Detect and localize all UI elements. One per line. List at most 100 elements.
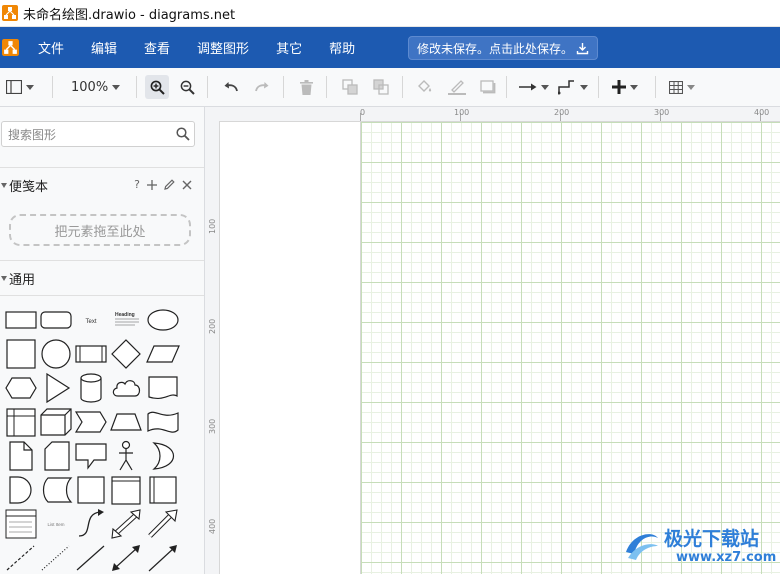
- title-bar: 未命名绘图.drawio - diagrams.net: [0, 0, 780, 27]
- unsaved-changes-button[interactable]: 修改未保存。点击此处保存。: [408, 36, 598, 60]
- insert-dropdown[interactable]: [612, 77, 638, 97]
- directional-connector-shape[interactable]: [146, 542, 180, 574]
- list-item-shape[interactable]: List Item: [39, 508, 73, 540]
- data-storage-shape[interactable]: [39, 474, 73, 506]
- format-panel-toggle[interactable]: [6, 77, 34, 97]
- ruler-label: 300: [208, 418, 217, 434]
- arrow-shape[interactable]: [146, 508, 180, 540]
- cloud-shape[interactable]: [109, 372, 143, 404]
- hexagon-shape[interactable]: [4, 372, 38, 404]
- step-shape[interactable]: [74, 406, 108, 438]
- orthogonal-connector-icon: [558, 80, 574, 95]
- zoom-dropdown[interactable]: 100%: [71, 77, 121, 97]
- chevron-down-icon: [541, 84, 549, 90]
- drawio-app-icon: [2, 5, 18, 21]
- watermark-url: www.xz7.com: [676, 550, 777, 565]
- menu-bar: 文件 编辑 查看 调整图形 其它 帮助 修改未保存。点击此处保存。: [0, 27, 780, 68]
- or-shape[interactable]: [146, 440, 180, 472]
- ellipse-shape[interactable]: [146, 304, 180, 336]
- dashed-line-shape[interactable]: [4, 542, 38, 574]
- line-color-button[interactable]: [448, 77, 466, 97]
- process-shape[interactable]: [74, 338, 108, 370]
- delete-button[interactable]: [300, 77, 313, 97]
- bidirectional-connector-shape[interactable]: [109, 542, 143, 574]
- ruler-label: 400: [208, 518, 217, 534]
- menu-arrange[interactable]: 调整图形: [197, 38, 249, 57]
- swimlane-shape[interactable]: [109, 474, 143, 506]
- close-icon[interactable]: [182, 180, 192, 190]
- list-shape[interactable]: [4, 508, 38, 540]
- document-shape[interactable]: [146, 372, 180, 404]
- delay-shape[interactable]: [4, 474, 38, 506]
- shape-search-field[interactable]: 搜索图形: [1, 121, 195, 147]
- table-dropdown[interactable]: [669, 77, 695, 97]
- horizontal-ruler: 0 100 200 300 400: [205, 107, 780, 122]
- text-shape[interactable]: Text: [74, 304, 108, 336]
- line-shape[interactable]: [74, 542, 108, 574]
- trapezoid-shape[interactable]: [109, 406, 143, 438]
- help-icon[interactable]: ?: [134, 178, 140, 191]
- dotted-line-shape[interactable]: [39, 542, 73, 574]
- internal-storage-shape[interactable]: [4, 406, 38, 438]
- diamond-shape[interactable]: [109, 338, 143, 370]
- card-shape[interactable]: [39, 440, 73, 472]
- fill-color-button[interactable]: [417, 77, 433, 97]
- ruler-label: 0: [360, 108, 366, 117]
- zoom-in-button[interactable]: [145, 75, 169, 99]
- ruler-ticks: [360, 113, 761, 121]
- scratchpad-header[interactable]: 便笺本 ?: [0, 167, 204, 202]
- watermark-title: 极光下载站: [664, 528, 760, 550]
- menu-extras[interactable]: 其它: [276, 38, 302, 57]
- panel-layout-icon: [6, 80, 22, 94]
- drop-zone-hint: 把元素拖至此处: [54, 224, 146, 240]
- menu-edit[interactable]: 编辑: [91, 38, 117, 57]
- unsaved-changes-label: 修改未保存。点击此处保存。: [417, 41, 574, 56]
- menu-file[interactable]: 文件: [38, 38, 64, 57]
- menu-view[interactable]: 查看: [144, 38, 170, 57]
- curve-shape[interactable]: [74, 508, 108, 540]
- zoom-out-button[interactable]: [180, 77, 195, 97]
- toolbar-divider: [326, 76, 327, 98]
- connection-style-dropdown[interactable]: [519, 77, 549, 97]
- toolbar: 100%: [0, 68, 780, 107]
- rectangle-shape[interactable]: [4, 304, 38, 336]
- textbox-shape[interactable]: Heading: [109, 304, 143, 336]
- chevron-down-icon: [112, 84, 121, 90]
- note-shape[interactable]: [4, 440, 38, 472]
- container-shape[interactable]: [146, 474, 180, 506]
- waypoints-dropdown[interactable]: [558, 77, 588, 97]
- redo-button[interactable]: [254, 77, 270, 97]
- drawio-logo-icon[interactable]: [2, 39, 19, 56]
- edit-pencil-icon[interactable]: [164, 179, 175, 190]
- bidirectional-arrow-shape[interactable]: [109, 508, 143, 540]
- scratchpad-drop-zone[interactable]: 把元素拖至此处: [9, 214, 191, 246]
- actor-shape[interactable]: [109, 440, 143, 472]
- to-back-button[interactable]: [373, 77, 389, 97]
- to-front-button[interactable]: [342, 77, 358, 97]
- undo-button[interactable]: [223, 77, 239, 97]
- circle-shape[interactable]: [39, 338, 73, 370]
- chevron-down-icon: [26, 84, 34, 90]
- general-shapes-header[interactable]: 通用: [0, 260, 204, 295]
- triangle-shape[interactable]: [39, 372, 73, 404]
- menu-help[interactable]: 帮助: [329, 38, 355, 57]
- canvas-background[interactable]: [220, 122, 360, 574]
- window-title: 未命名绘图.drawio - diagrams.net: [23, 7, 236, 23]
- cube-shape[interactable]: [39, 406, 73, 438]
- cylinder-shape[interactable]: [74, 372, 108, 404]
- drawing-page-grid[interactable]: [360, 122, 780, 574]
- search-icon[interactable]: [176, 127, 190, 141]
- parallelogram-shape[interactable]: [146, 338, 180, 370]
- toolbar-divider: [655, 76, 656, 98]
- tape-shape[interactable]: [146, 406, 180, 438]
- callout-shape[interactable]: [74, 440, 108, 472]
- list-item-shape-label: List Item: [47, 522, 64, 527]
- rounded-rectangle-shape[interactable]: [39, 304, 73, 336]
- add-icon[interactable]: [147, 179, 157, 190]
- chevron-down-icon: [687, 84, 695, 90]
- square-container-shape[interactable]: [74, 474, 108, 506]
- shadow-button[interactable]: [480, 77, 496, 97]
- search-placeholder: 搜索图形: [8, 127, 57, 142]
- shapes-sidebar: 搜索图形 便笺本 ? 把元素拖至此处 通用 Text Heading List …: [0, 107, 205, 574]
- square-shape[interactable]: [4, 338, 38, 370]
